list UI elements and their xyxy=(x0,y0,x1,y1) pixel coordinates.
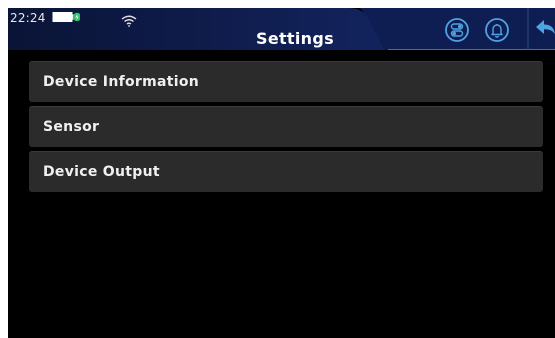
battery-charging-icon xyxy=(52,11,81,26)
menu-item-device-output[interactable]: Device Output xyxy=(29,151,543,192)
back-arrow-icon xyxy=(536,20,555,34)
wifi-icon xyxy=(121,12,137,31)
settings-menu: Device Information Sensor Device Output xyxy=(29,61,543,196)
back-button[interactable] xyxy=(534,17,555,41)
menu-item-label: Sensor xyxy=(43,119,100,135)
notifications-button[interactable] xyxy=(485,18,509,42)
menu-item-label: Device Information xyxy=(43,74,200,90)
clock: 22:24 xyxy=(10,11,46,25)
bell-icon xyxy=(485,18,509,42)
device-screen: 22:24 Settings Device Information Sensor… xyxy=(8,8,555,338)
menu-item-device-information[interactable]: Device Information xyxy=(29,61,543,102)
toggle-settings-button[interactable] xyxy=(445,18,469,42)
menu-item-label: Device Output xyxy=(43,164,160,180)
status-bar: 22:24 xyxy=(10,10,81,26)
page-title: Settings xyxy=(256,29,334,48)
toggle-settings-icon xyxy=(445,18,469,42)
menu-item-sensor[interactable]: Sensor xyxy=(29,106,543,147)
top-bar: 22:24 Settings xyxy=(8,8,555,50)
